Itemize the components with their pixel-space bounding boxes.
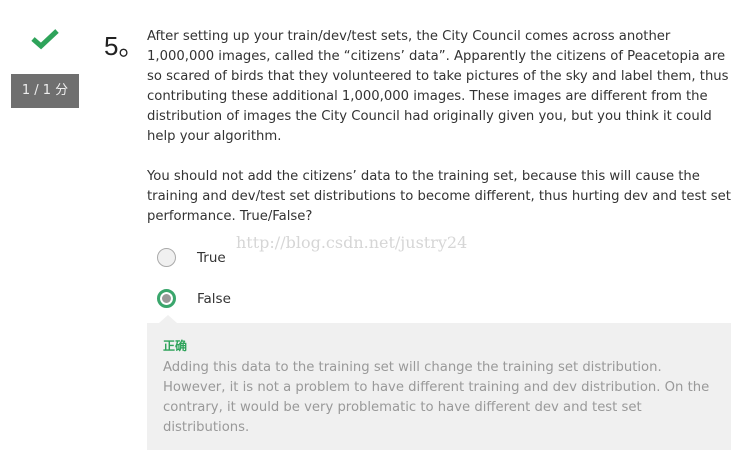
checkmark-icon xyxy=(31,29,59,50)
question-text: After setting up your train/dev/test set… xyxy=(147,27,737,247)
feedback-explanation: Adding this data to the training set wil… xyxy=(163,360,710,435)
radio-button[interactable] xyxy=(157,248,176,267)
question-paragraph: You should not add the citizens’ data to… xyxy=(147,169,731,224)
watermark: http://blog.csdn.net/justry24 xyxy=(236,233,468,252)
option-label: False xyxy=(197,290,231,307)
option-true[interactable]: True xyxy=(157,248,226,267)
feedback-status: 正确 xyxy=(163,339,188,353)
option-label: True xyxy=(197,249,226,266)
score-badge: 1 / 1 分 xyxy=(11,74,79,108)
feedback-box: 正确 Adding this data to the training set … xyxy=(147,315,731,450)
question-number: 5。 xyxy=(104,31,145,61)
option-false[interactable]: False xyxy=(157,289,231,308)
radio-button-selected[interactable] xyxy=(157,289,176,308)
question-paragraph: After setting up your train/dev/test set… xyxy=(147,29,729,144)
